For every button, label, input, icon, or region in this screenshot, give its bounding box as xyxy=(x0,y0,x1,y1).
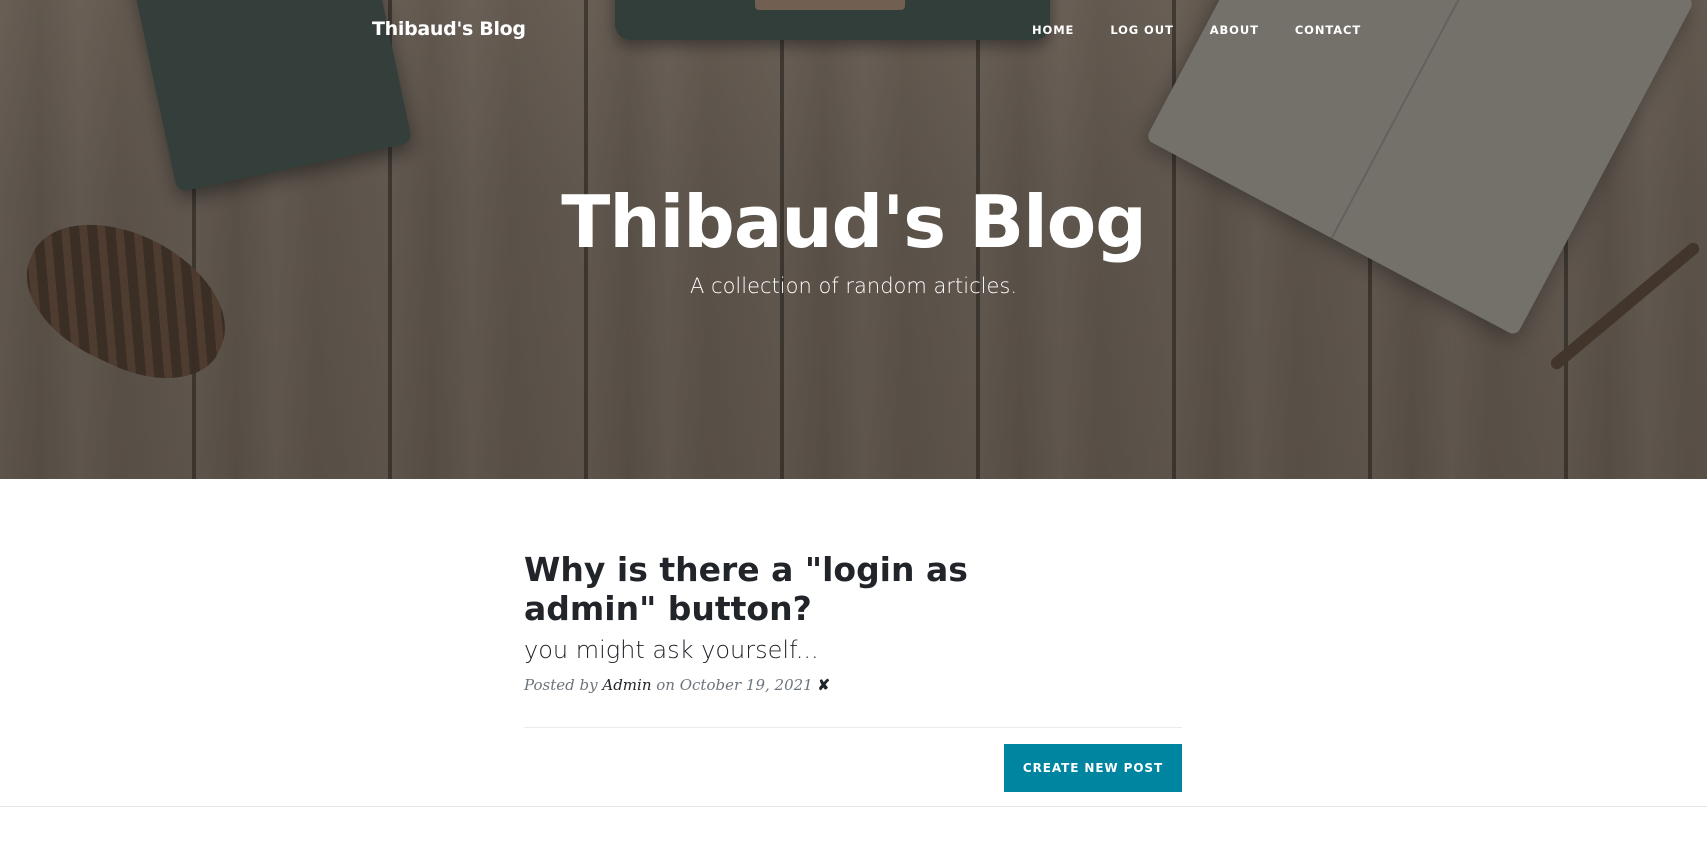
nav-links: HOME LOG OUT ABOUT CONTACT xyxy=(1032,23,1361,37)
nav-contact-link[interactable]: CONTACT xyxy=(1295,23,1361,37)
nav-about-link[interactable]: ABOUT xyxy=(1210,23,1259,37)
footer-divider xyxy=(0,806,1707,807)
post-date: on October 19, 2021 xyxy=(656,676,813,694)
post-meta: Posted by Admin on October 19, 2021 ✘ xyxy=(524,676,1182,694)
post-subtitle: you might ask yourself... xyxy=(524,636,819,664)
site-subheading: A collection of random articles. xyxy=(690,274,1017,298)
brand-link[interactable]: Thibaud's Blog xyxy=(372,18,526,40)
post-divider xyxy=(524,727,1182,728)
nav-home-link[interactable]: HOME xyxy=(1032,23,1074,37)
post-author-link[interactable]: Admin xyxy=(602,676,651,694)
post-preview: Why is there a "login as admin" button? … xyxy=(524,550,1182,709)
nav-logout-link[interactable]: LOG OUT xyxy=(1110,23,1173,37)
main-nav: Thibaud's Blog HOME LOG OUT ABOUT CONTAC… xyxy=(0,0,1707,62)
site-heading: Thibaud's Blog xyxy=(561,180,1147,264)
post-meta-prefix: Posted by xyxy=(524,676,598,694)
delete-post-icon[interactable]: ✘ xyxy=(817,676,830,694)
create-new-post-button[interactable]: CREATE NEW POST xyxy=(1004,744,1182,792)
post-title-link[interactable]: Why is there a "login as admin" button? xyxy=(524,550,1084,628)
page-header-hero: Thibaud's Blog HOME LOG OUT ABOUT CONTAC… xyxy=(0,0,1707,479)
